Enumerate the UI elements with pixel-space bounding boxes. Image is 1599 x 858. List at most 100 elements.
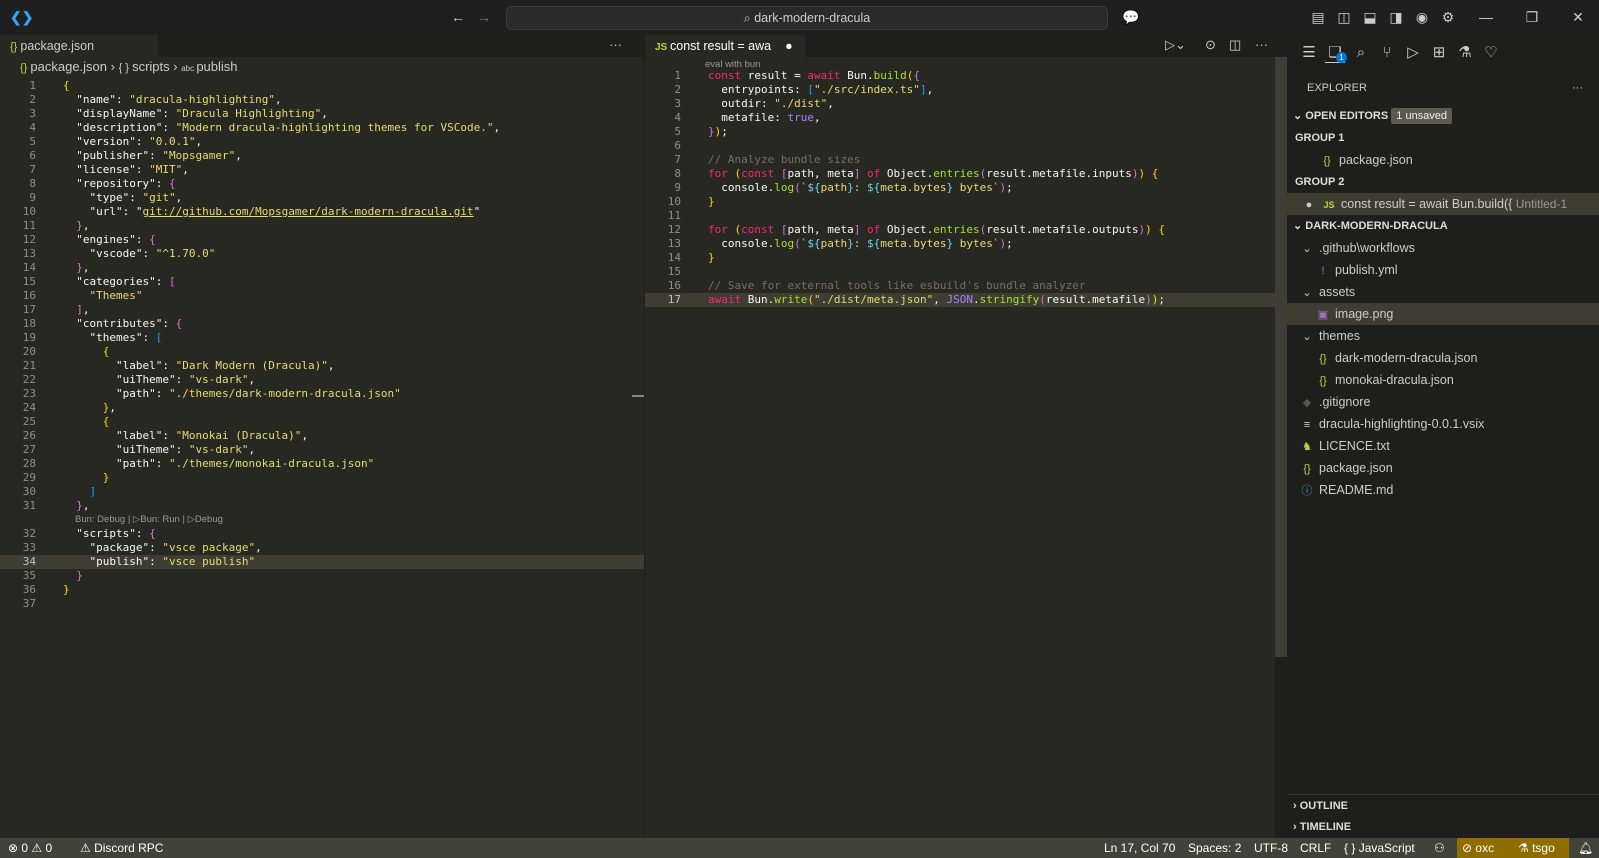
language-mode[interactable]: { } JavaScript	[1344, 838, 1415, 858]
code-line[interactable]: 8 "repository": {	[0, 177, 644, 191]
scrollbar-thumb[interactable]	[1275, 57, 1287, 657]
encoding[interactable]: UTF-8	[1254, 838, 1288, 858]
code-line[interactable]: 18 "contributes": {	[0, 317, 644, 331]
command-center-search[interactable]: ⌕ dark-modern-dracula	[506, 6, 1108, 30]
debug-run-icon[interactable]: ⊙	[1205, 37, 1216, 53]
code-line[interactable]: 10 "url": "git://github.com/Mopsgamer/da…	[0, 205, 644, 219]
cursor-position[interactable]: Ln 17, Col 70	[1104, 838, 1175, 858]
code-line[interactable]: 24 },	[0, 401, 644, 415]
code-line[interactable]: 11 },	[0, 219, 644, 233]
code-line[interactable]: 6	[645, 139, 1287, 153]
run-icon[interactable]: ▷⌄	[1165, 37, 1186, 53]
folder-section[interactable]: ⌄ DARK-MODERN-DRACULA	[1287, 215, 1599, 237]
tree-item[interactable]: ◆ .gitignore	[1287, 391, 1599, 413]
more-actions-icon[interactable]: ···	[1255, 37, 1268, 52]
code-line[interactable]: 32 "scripts": {	[0, 527, 644, 541]
timeline-section[interactable]: › TIMELINE	[1287, 816, 1599, 838]
chat-icon[interactable]: 💬	[1122, 9, 1139, 25]
code-line[interactable]: 16 "Themes"	[0, 289, 644, 303]
tree-item[interactable]: ▣ image.png	[1287, 303, 1599, 325]
back-arrow-icon[interactable]: ←	[450, 9, 466, 25]
tab-untitled-1[interactable]: JS const result = awa ●	[645, 35, 805, 57]
tsgo-button[interactable]: ⚗ tsgo	[1513, 838, 1569, 858]
gear-icon[interactable]: ⚙	[1440, 9, 1456, 25]
code-line[interactable]: 2 "name": "dracula-highlighting",	[0, 93, 644, 107]
code-line[interactable]: 28 "path": "./themes/monokai-dracula.jso…	[0, 457, 644, 471]
toggle-primary-sidebar-icon[interactable]: ◫	[1336, 9, 1352, 25]
tree-item[interactable]: ⌄ themes	[1287, 325, 1599, 347]
indentation[interactable]: Spaces: 2	[1188, 838, 1241, 858]
code-line[interactable]: 23 "path": "./themes/dark-modern-dracula…	[0, 387, 644, 401]
tree-item[interactable]: {} monokai-dracula.json	[1287, 369, 1599, 391]
problems-button[interactable]: ⊗ 0 ⚠ 0	[8, 838, 52, 858]
code-line[interactable]: 12 "engines": {	[0, 233, 644, 247]
code-line[interactable]: 37	[0, 597, 644, 611]
code-line[interactable]: 11	[645, 209, 1287, 223]
code-line[interactable]: 34 "publish": "vsce publish"	[0, 555, 644, 569]
code-line[interactable]: 3 outdir: "./dist",	[645, 97, 1287, 111]
code-line[interactable]: 12 for (const [path, meta] of Object.entr…	[645, 223, 1287, 237]
extensions-icon[interactable]: ⊞	[1429, 43, 1449, 63]
close-icon[interactable]: ✕	[1570, 9, 1586, 25]
code-line[interactable]: 17 ],	[0, 303, 644, 317]
more-actions-icon[interactable]: ···	[1572, 77, 1583, 99]
code-line[interactable]: 27 "uiTheme": "vs-dark",	[0, 443, 644, 457]
run-debug-icon[interactable]: ▷	[1403, 43, 1423, 63]
code-line[interactable]: 9 console.log(`${path}: ${meta.bytes} by…	[645, 181, 1287, 195]
code-line[interactable]: 29 }	[0, 471, 644, 485]
notifications-bell-icon[interactable]: 🔔︎	[1578, 838, 1593, 858]
code-line[interactable]: 25 {	[0, 415, 644, 429]
copilot-icon[interactable]: ⚇	[1434, 838, 1445, 858]
code-line[interactable]: 5 "version": "0.0.1",	[0, 135, 644, 149]
oxc-button[interactable]: ⊘ oxc	[1457, 838, 1513, 858]
code-line[interactable]: 14 },	[0, 261, 644, 275]
code-line[interactable]: 1 const result = await Bun.build({	[645, 69, 1287, 83]
tab-package-json[interactable]: {} package.json	[0, 35, 158, 57]
code-line[interactable]: 15	[645, 265, 1287, 279]
code-line[interactable]: 1{	[0, 79, 644, 93]
code-editor-left[interactable]: 1{2 "name": "dracula-highlighting", 3 "di…	[0, 79, 644, 611]
explorer-icon[interactable]: ❏ 1	[1325, 43, 1347, 63]
code-line[interactable]: 13 console.log(`${path}: ${meta.bytes} b…	[645, 237, 1287, 251]
code-line[interactable]: 6 "publisher": "Mopsgamer",	[0, 149, 644, 163]
unsaved-dot-icon[interactable]: ●	[785, 39, 793, 53]
customize-layout-icon[interactable]: ▤	[1310, 9, 1326, 25]
code-line[interactable]: 30 ]	[0, 485, 644, 499]
source-control-icon[interactable]: ⑂	[1377, 43, 1397, 63]
tree-item[interactable]: {} dark-modern-dracula.json	[1287, 347, 1599, 369]
code-line[interactable]: 19 "themes": [	[0, 331, 644, 345]
breadcrumb-item[interactable]: scripts	[132, 59, 170, 74]
code-line[interactable]: 22 "uiTheme": "vs-dark",	[0, 373, 644, 387]
breadcrumb-item[interactable]: package.json	[30, 59, 107, 74]
unsaved-dot-icon[interactable]: ●	[1301, 194, 1317, 216]
open-editors-section[interactable]: ⌄ OPEN EDITORS 1 unsaved	[1287, 105, 1599, 127]
tree-item[interactable]: ⌄ assets	[1287, 281, 1599, 303]
code-line[interactable]: 7 "license": "MIT",	[0, 163, 644, 177]
code-line[interactable]: 4 "description": "Modern dracula-highlig…	[0, 121, 644, 135]
code-line[interactable]: 20 {	[0, 345, 644, 359]
testing-icon[interactable]: ⚗	[1455, 43, 1475, 63]
code-editor-right[interactable]: 1 const result = await Bun.build({2 entry…	[645, 69, 1287, 307]
code-line[interactable]: 31 },	[0, 499, 644, 513]
restore-icon[interactable]: ❐	[1524, 9, 1540, 25]
open-editor-package-json[interactable]: {} package.json	[1287, 149, 1599, 171]
code-line[interactable]: 4 metafile: true,	[645, 111, 1287, 125]
code-line[interactable]: 21 "label": "Dark Modern (Dracula)",	[0, 359, 644, 373]
code-line[interactable]: 16 // Save for external tools like esbuil…	[645, 279, 1287, 293]
tree-item[interactable]: ! publish.yml	[1287, 259, 1599, 281]
code-line[interactable]: 36}	[0, 583, 644, 597]
toggle-panel-icon[interactable]: ⬓	[1362, 9, 1378, 25]
discord-rpc-button[interactable]: ⚠ Discord RPC	[80, 838, 163, 858]
account-icon[interactable]: ◉	[1414, 9, 1430, 25]
scrollbar-track[interactable]	[1275, 57, 1287, 838]
code-line[interactable]: 10}	[645, 195, 1287, 209]
open-editor-untitled-1[interactable]: ● JS const result = await Bun.build({ Unti…	[1287, 193, 1599, 215]
split-editor-icon[interactable]: ◫	[1229, 37, 1241, 53]
breadcrumb-item[interactable]: publish	[196, 59, 237, 74]
code-line[interactable]: 9 "type": "git",	[0, 191, 644, 205]
menu-icon[interactable]: ☰	[1299, 43, 1319, 63]
code-line[interactable]: 13 "vscode": "^1.70.0"	[0, 247, 644, 261]
code-line[interactable]: 3 "displayName": "Dracula Highlighting",	[0, 107, 644, 121]
tree-item[interactable]: ≡ dracula-highlighting-0.0.1.vsix	[1287, 413, 1599, 435]
minimize-icon[interactable]: —	[1478, 9, 1494, 25]
